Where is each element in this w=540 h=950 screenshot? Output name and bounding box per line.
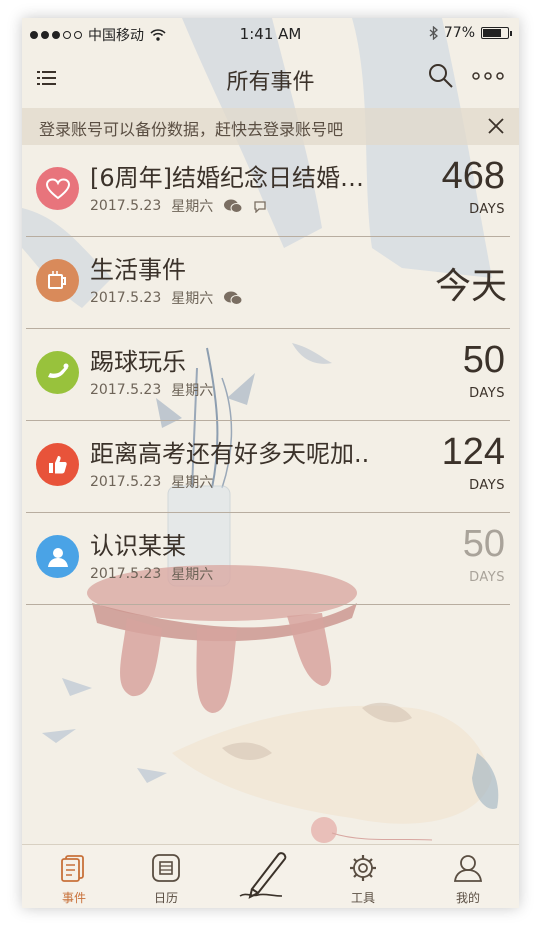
status-bar: 中国移动 1:41 AM 77%: [22, 18, 519, 50]
event-title: [6周年]结婚纪念日结婚…: [90, 164, 364, 192]
event-date-line: 2017.5.23 星期六: [90, 196, 267, 216]
tab-bar: 事件 日历 工具 我的: [22, 844, 519, 908]
cup-icon: [36, 259, 79, 302]
tab-label: 我的: [455, 891, 480, 905]
login-prompt-text[interactable]: 登录账号可以备份数据，赶快去登录账号吧: [39, 116, 343, 140]
login-banner[interactable]: 登录账号可以备份数据，赶快去登录账号吧: [22, 108, 519, 145]
battery-status: 77%: [429, 25, 512, 41]
days-unit: DAYS: [469, 570, 505, 585]
heart-icon: [36, 167, 79, 210]
event-title: 距离高考还有好多天呢加..: [90, 440, 370, 468]
events-icon: [61, 855, 84, 882]
app-screen: 中国移动 1:41 AM 77% 所有事件 登录账号可以备份数据，赶快去登录账号…: [22, 18, 519, 908]
event-weekday: 星期六: [171, 199, 214, 215]
event-date-line: 2017.5.23 星期六: [90, 380, 213, 400]
battery-percent: 77%: [443, 25, 475, 41]
bluetooth-icon: [429, 26, 438, 40]
event-weekday: 星期六: [171, 567, 214, 583]
today-label: 今天: [434, 266, 507, 307]
calendar-icon: [152, 854, 180, 882]
person-icon: [36, 535, 79, 578]
profile-icon: [453, 855, 483, 882]
more-dots-icon[interactable]: [468, 62, 508, 90]
close-icon[interactable]: [484, 114, 508, 138]
event-date: 2017.5.23: [90, 198, 162, 214]
event-weekday: 星期六: [171, 475, 214, 491]
days-count: 50: [462, 339, 505, 381]
event-row[interactable]: 认识某某 2017.5.23 星期六 50 DAYS: [22, 513, 519, 605]
tab-calendar[interactable]: 日历: [136, 853, 196, 906]
tab-label: 事件: [61, 891, 86, 905]
tab-label: 工具: [350, 891, 375, 905]
comment-icon: [254, 200, 266, 213]
event-date: 2017.5.23: [90, 290, 162, 306]
event-date: 2017.5.23: [90, 566, 162, 582]
row-divider: [26, 604, 510, 605]
event-date-line: 2017.5.23 星期六: [90, 288, 243, 308]
event-title: 踢球玩乐: [90, 348, 186, 376]
search-icon[interactable]: [426, 61, 456, 91]
tab-tools[interactable]: 工具: [333, 853, 393, 906]
event-row[interactable]: 距离高考还有好多天呢加.. 2017.5.23 星期六 124 DAYS: [22, 421, 519, 513]
days-count: 124: [441, 431, 505, 473]
event-date: 2017.5.23: [90, 474, 162, 490]
pencil-icon: [239, 852, 287, 899]
tab-events[interactable]: 事件: [44, 853, 104, 906]
tab-label: 日历: [153, 891, 178, 905]
days-unit: DAYS: [469, 386, 505, 401]
tab-write[interactable]: [235, 847, 295, 903]
nav-bar: 所有事件: [22, 56, 519, 102]
event-date: 2017.5.23: [90, 382, 162, 398]
wechat-icon: [224, 199, 243, 213]
days-unit: DAYS: [469, 478, 505, 493]
event-weekday: 星期六: [171, 291, 214, 307]
battery-icon: [481, 27, 512, 39]
play-icon: [36, 351, 79, 394]
event-weekday: 星期六: [171, 383, 214, 399]
event-title: 生活事件: [90, 256, 186, 284]
days-count: 50: [462, 523, 505, 565]
event-row[interactable]: 生活事件 2017.5.23 星期六 今天: [22, 237, 519, 329]
thumbs-up-icon: [36, 443, 79, 486]
gear-icon: [350, 855, 376, 881]
event-row[interactable]: 踢球玩乐 2017.5.23 星期六 50 DAYS: [22, 329, 519, 421]
event-row[interactable]: [6周年]结婚纪念日结婚… 2017.5.23 星期六 468 DAYS: [22, 145, 519, 237]
event-date-line: 2017.5.23 星期六: [90, 472, 213, 492]
event-date-line: 2017.5.23 星期六: [90, 564, 213, 584]
days-count: 468: [441, 155, 505, 197]
event-title: 认识某某: [90, 532, 186, 560]
wechat-icon: [224, 291, 243, 305]
tab-profile[interactable]: 我的: [438, 853, 498, 906]
days-unit: DAYS: [469, 202, 505, 217]
